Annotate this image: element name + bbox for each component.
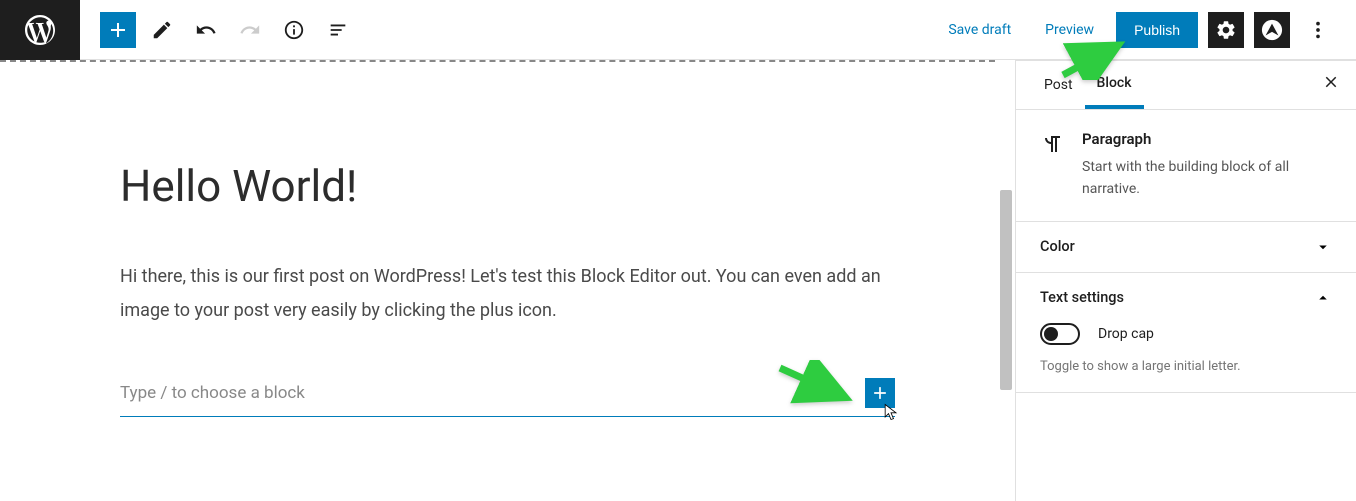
close-icon bbox=[1322, 73, 1340, 91]
drop-cap-toggle[interactable] bbox=[1040, 323, 1080, 345]
block-type-desc: Start with the building block of all nar… bbox=[1082, 156, 1332, 201]
placeholder-text: Type / to choose a block bbox=[120, 383, 865, 403]
block-type-title: Paragraph bbox=[1082, 130, 1332, 148]
pencil-icon bbox=[151, 19, 173, 41]
paragraph-icon bbox=[1040, 130, 1064, 201]
redo-button[interactable] bbox=[232, 12, 268, 48]
editor-main: Hello World! Hi there, this is our first… bbox=[0, 60, 1356, 501]
settings-sidebar: Post Block Paragraph Start with the buil… bbox=[1016, 60, 1356, 501]
redo-icon bbox=[239, 19, 261, 41]
new-block-placeholder[interactable]: Type / to choose a block bbox=[120, 370, 895, 417]
undo-button[interactable] bbox=[188, 12, 224, 48]
sidebar-tabs: Post Block bbox=[1016, 61, 1356, 110]
plugin-button[interactable] bbox=[1254, 12, 1290, 48]
tab-post[interactable]: Post bbox=[1032, 63, 1085, 107]
tab-block[interactable]: Block bbox=[1085, 61, 1144, 109]
panel-color-label: Color bbox=[1040, 238, 1075, 255]
info-button[interactable] bbox=[276, 12, 312, 48]
cursor-icon bbox=[881, 402, 901, 422]
more-options-button[interactable] bbox=[1300, 12, 1336, 48]
publish-button[interactable]: Publish bbox=[1116, 12, 1198, 48]
outline-button[interactable] bbox=[320, 12, 356, 48]
editor-canvas[interactable]: Hello World! Hi there, this is our first… bbox=[0, 60, 1016, 501]
undo-icon bbox=[195, 19, 217, 41]
triangle-icon bbox=[1261, 19, 1283, 41]
post-body[interactable]: Hi there, this is our first post on Word… bbox=[120, 260, 895, 328]
chevron-down-icon bbox=[1314, 238, 1332, 256]
kebab-icon bbox=[1307, 19, 1329, 41]
gear-icon bbox=[1215, 19, 1237, 41]
edit-tool-button[interactable] bbox=[144, 12, 180, 48]
wordpress-icon bbox=[22, 12, 58, 48]
panel-text-label: Text settings bbox=[1040, 289, 1124, 306]
post-title[interactable]: Hello World! bbox=[120, 160, 895, 212]
inline-add-block-button[interactable] bbox=[865, 378, 895, 408]
panel-text-header[interactable]: Text settings bbox=[1016, 273, 1356, 323]
drop-cap-row: Drop cap bbox=[1040, 323, 1332, 345]
editor-header: Save draft Preview Publish bbox=[0, 0, 1356, 60]
add-block-button[interactable] bbox=[100, 12, 136, 48]
panel-color: Color bbox=[1016, 222, 1356, 273]
scroll-thumb[interactable] bbox=[1000, 190, 1012, 390]
plus-icon bbox=[106, 18, 130, 42]
save-draft-button[interactable]: Save draft bbox=[936, 14, 1023, 46]
panel-color-header[interactable]: Color bbox=[1016, 222, 1356, 272]
toolbar-left bbox=[90, 12, 356, 48]
info-icon bbox=[283, 19, 305, 41]
scrollbar[interactable] bbox=[997, 60, 1015, 501]
settings-button[interactable] bbox=[1208, 12, 1244, 48]
chevron-up-icon bbox=[1314, 289, 1332, 307]
block-description: Paragraph Start with the building block … bbox=[1016, 110, 1356, 222]
toolbar-right: Save draft Preview Publish bbox=[936, 12, 1356, 48]
panel-text-body: Drop cap Toggle to show a large initial … bbox=[1016, 323, 1356, 392]
plus-icon bbox=[870, 383, 890, 403]
close-sidebar-button[interactable] bbox=[1322, 73, 1340, 95]
drop-cap-hint: Toggle to show a large initial letter. bbox=[1040, 359, 1332, 374]
drop-cap-label: Drop cap bbox=[1098, 326, 1154, 342]
preview-button[interactable]: Preview bbox=[1033, 14, 1106, 46]
panel-text-settings: Text settings Drop cap Toggle to show a … bbox=[1016, 273, 1356, 393]
wordpress-logo[interactable] bbox=[0, 0, 80, 60]
list-icon bbox=[327, 19, 349, 41]
